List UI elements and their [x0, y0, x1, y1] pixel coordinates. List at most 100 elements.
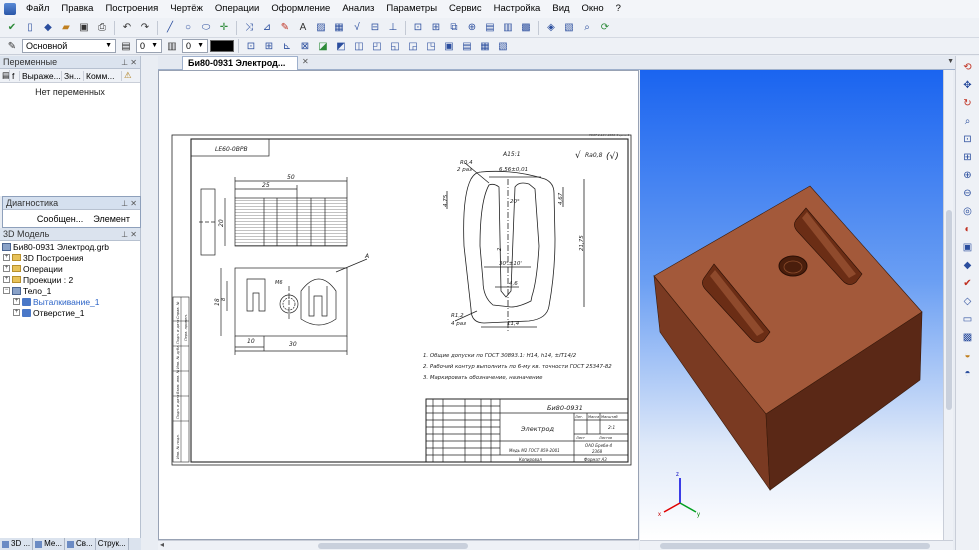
func-icon[interactable]: f	[10, 70, 20, 81]
zoom-in-icon[interactable]: ⊕	[960, 168, 976, 183]
tab-menu[interactable]: Ме...	[33, 538, 65, 550]
color-picker[interactable]	[210, 40, 234, 52]
snap-node-icon[interactable]: ▤	[459, 38, 475, 54]
tree-item[interactable]: + Операции	[0, 263, 140, 274]
scroll-thumb[interactable]	[946, 210, 952, 410]
model-3d-viewport[interactable]: z y x	[640, 70, 943, 540]
col-comment[interactable]: Комм...	[84, 70, 122, 81]
point-icon[interactable]: ✛	[216, 20, 232, 36]
pin-icon[interactable]: ⊥ ✕	[121, 197, 137, 210]
pencil-icon[interactable]: ✎	[277, 20, 293, 36]
light-icon[interactable]: ◒	[960, 348, 976, 363]
snap-perp-icon[interactable]: ◲	[405, 38, 421, 54]
drawing-viewport[interactable]: Инв. № подл. Подп. и дата Взам. инв. № И…	[158, 70, 639, 540]
open-icon[interactable]: ▰	[58, 20, 74, 36]
pin-icon[interactable]: ⊥ ✕	[121, 56, 137, 69]
redo-icon[interactable]: ↷	[137, 20, 153, 36]
zoom-out-icon[interactable]: ⊖	[960, 186, 976, 201]
tree-item[interactable]: + 3D Построения	[0, 252, 140, 263]
tree-item[interactable]: + Проекции : 2	[0, 274, 140, 285]
menu-file[interactable]: Файл	[20, 0, 55, 18]
tab-properties[interactable]: Св...	[65, 538, 96, 550]
tree-item[interactable]: + Отверстие_1	[0, 307, 140, 318]
check-icon[interactable]: ✔	[960, 276, 976, 291]
snap-tan-icon[interactable]: ◱	[387, 38, 403, 54]
scroll-thumb[interactable]	[318, 543, 468, 549]
wireframe-icon[interactable]: ◇	[960, 294, 976, 309]
linestyle-select[interactable]: 0 ▼	[136, 39, 162, 53]
layer-select[interactable]: Основной ▼	[22, 39, 116, 53]
layout-icon[interactable]: ▤	[482, 20, 498, 36]
snap-quad-icon[interactable]: ◳	[423, 38, 439, 54]
tab-messages[interactable]: Сообщен...	[37, 214, 83, 224]
material-icon[interactable]: ◓	[960, 366, 976, 381]
tab-structure[interactable]: Струк...	[96, 538, 129, 550]
menu-parameters[interactable]: Параметры	[380, 0, 443, 18]
tolerance-icon[interactable]: ⊟	[367, 20, 383, 36]
menu-edit[interactable]: Правка	[55, 0, 99, 18]
menu-window[interactable]: Окно	[576, 0, 610, 18]
menu-format[interactable]: Оформление	[265, 0, 336, 18]
cube-icon[interactable]: ▩	[960, 330, 976, 345]
snap-align-icon[interactable]: ▧	[495, 38, 511, 54]
view-icon[interactable]: ⊡	[410, 20, 426, 36]
views-icon[interactable]: ▣	[960, 240, 976, 255]
snap-grid-icon[interactable]: ▦	[477, 38, 493, 54]
ellipse-icon[interactable]: ⬭	[198, 20, 214, 36]
chevron-down-icon[interactable]: ▼	[947, 58, 954, 65]
document-tab[interactable]: Би80-0931 Электрод...	[182, 56, 298, 70]
snap-near-icon[interactable]: ▣	[441, 38, 457, 54]
trim-icon[interactable]: ⤨	[241, 20, 257, 36]
menu-analysis[interactable]: Анализ	[336, 0, 380, 18]
lock-icon[interactable]: ⊠	[297, 38, 313, 54]
filter-icon[interactable]: ▤	[0, 70, 10, 81]
pin-icon[interactable]: ⊥ ✕	[121, 228, 137, 241]
menu-operations[interactable]: Операции	[209, 0, 265, 18]
roughness-icon[interactable]: √	[349, 20, 365, 36]
zoom-window-icon[interactable]: ⊡	[960, 132, 976, 147]
table-icon[interactable]: ▦	[331, 20, 347, 36]
sheet-icon[interactable]: ▥	[500, 20, 516, 36]
expand-icon[interactable]: +	[3, 265, 10, 272]
lineweight-select[interactable]: 0 ▼	[182, 39, 208, 53]
col-expression[interactable]: Выраже...	[20, 70, 62, 81]
pan-icon[interactable]: ✥	[960, 78, 976, 93]
snap-center-icon[interactable]: ◫	[351, 38, 367, 54]
col-value[interactable]: Зн...	[62, 70, 84, 81]
close-icon[interactable]: ✕	[302, 57, 309, 66]
model-icon[interactable]: ◈	[543, 20, 559, 36]
tree-item[interactable]: − Тело_1	[0, 285, 140, 296]
menu-service[interactable]: Сервис	[443, 0, 488, 18]
zoom-icon[interactable]: ⌕	[960, 114, 976, 129]
checkmark-icon[interactable]: ✔	[4, 20, 20, 36]
dimension-icon[interactable]: ⊿	[259, 20, 275, 36]
collapse-icon[interactable]: −	[3, 287, 10, 294]
zoom-fit-icon[interactable]: ⊞	[960, 150, 976, 165]
scroll-left-icon[interactable]: ◂	[160, 540, 164, 549]
tree-root[interactable]: Би80-0931 Электрод.grb	[0, 241, 140, 252]
save-icon[interactable]: ▣	[76, 20, 92, 36]
expand-icon[interactable]: +	[13, 298, 20, 305]
section-icon[interactable]: ⧉	[446, 20, 462, 36]
snap-icon[interactable]: ⊡	[243, 38, 259, 54]
circle-icon[interactable]: ○	[180, 20, 196, 36]
section-icon[interactable]: ◐	[960, 222, 976, 237]
orbit-icon[interactable]: ↻	[960, 96, 976, 111]
hidden-lines-icon[interactable]: ▭	[960, 312, 976, 327]
print-icon[interactable]: ⎙	[94, 20, 110, 36]
new-3d-icon[interactable]: ◆	[40, 20, 56, 36]
ortho-icon[interactable]: ⊾	[279, 38, 295, 54]
menu-help[interactable]: ?	[610, 0, 627, 18]
snap-int-icon[interactable]: ◰	[369, 38, 385, 54]
snap-end-icon[interactable]: ◪	[315, 38, 331, 54]
snap-mid-icon[interactable]: ◩	[333, 38, 349, 54]
detail-icon[interactable]: ⊕	[464, 20, 480, 36]
horizontal-scrollbar[interactable]: ◂	[158, 540, 639, 550]
refresh-icon[interactable]: ⟳	[597, 20, 613, 36]
tab-3d-model[interactable]: 3D ...	[0, 538, 34, 550]
tree-item[interactable]: + Выталкивание_1	[0, 296, 140, 307]
zoom-prev-icon[interactable]: ◎	[960, 204, 976, 219]
expand-icon[interactable]: +	[13, 309, 20, 316]
search-icon[interactable]: ⌕	[579, 20, 595, 36]
grid-icon[interactable]: ▩	[518, 20, 534, 36]
